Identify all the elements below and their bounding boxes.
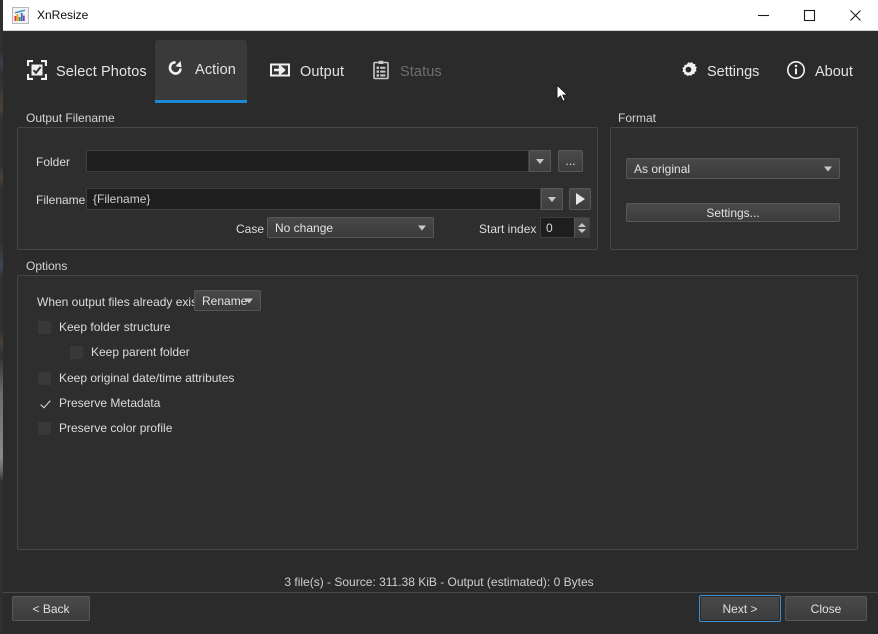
filename-dropdown-button[interactable]	[541, 188, 563, 210]
chevron-down-icon	[824, 166, 832, 171]
format-select[interactable]: As original	[626, 158, 840, 179]
tab-select-photos[interactable]: Select Photos	[14, 40, 160, 103]
checkbox-label: Keep folder structure	[59, 320, 170, 334]
background-window-sliver	[0, 0, 3, 634]
checkbox-box[interactable]	[38, 372, 51, 385]
tab-output[interactable]: Output	[256, 40, 357, 103]
checkbox-preserve-metadata[interactable]: Preserve Metadata	[38, 396, 160, 410]
format-group-title: Format	[614, 111, 660, 125]
clipboard-icon	[371, 60, 391, 84]
tab-output-label: Output	[300, 64, 344, 80]
chevron-down-icon	[245, 298, 253, 303]
tab-about[interactable]: About	[786, 40, 853, 103]
info-circle-icon	[786, 60, 806, 84]
footer-divider	[0, 592, 878, 593]
case-select[interactable]: No change	[267, 217, 434, 238]
format-settings-button[interactable]: Settings...	[626, 203, 840, 222]
tab-about-label: About	[815, 64, 853, 80]
options-group-title: Options	[22, 259, 71, 273]
options-group	[17, 275, 858, 550]
tab-bar: Select Photos Action Output	[0, 31, 878, 103]
minimize-icon[interactable]	[740, 0, 786, 30]
tab-select-photos-label: Select Photos	[56, 64, 147, 80]
folder-dropdown-button[interactable]	[529, 150, 551, 172]
case-select-value: No change	[275, 221, 333, 235]
checkbox-box[interactable]	[70, 346, 83, 359]
filename-label: Filename	[36, 193, 85, 207]
checkbox-label: Keep parent folder	[91, 345, 190, 359]
when-exists-select[interactable]: Rename	[194, 290, 261, 311]
output-export-icon	[269, 60, 291, 84]
gear-icon	[678, 60, 698, 84]
window-title: XnResize	[37, 8, 88, 22]
title-bar: XnResize	[0, 0, 878, 31]
folder-input[interactable]	[86, 150, 529, 172]
close-button[interactable]: Close	[785, 596, 867, 621]
folder-label: Folder	[36, 155, 70, 169]
start-index-value: 0	[546, 221, 553, 235]
output-filename-group-title: Output Filename	[22, 111, 119, 125]
format-group	[610, 127, 858, 250]
checkbox-keep-parent-folder[interactable]: Keep parent folder	[70, 345, 190, 359]
checkbox-label: Preserve Metadata	[59, 396, 160, 410]
checkbox-label: Keep original date/time attributes	[59, 371, 234, 385]
play-arrow-icon	[576, 193, 585, 205]
tab-settings[interactable]: Settings	[678, 40, 759, 103]
checkbox-box[interactable]	[38, 321, 51, 334]
chevron-down-icon	[536, 159, 544, 164]
tab-status-label: Status	[400, 64, 442, 80]
start-index-spin-buttons[interactable]	[574, 218, 589, 237]
chevron-down-icon	[418, 225, 426, 230]
action-arrow-icon	[166, 58, 186, 82]
start-index-stepper[interactable]: 0	[540, 217, 590, 238]
filename-play-button[interactable]	[569, 188, 591, 210]
tab-action[interactable]: Action	[155, 40, 247, 103]
checkbox-keep-original-datetime[interactable]: Keep original date/time attributes	[38, 371, 234, 385]
close-icon[interactable]	[832, 0, 878, 30]
status-summary-text: 3 file(s) - Source: 311.38 KiB - Output …	[0, 575, 878, 589]
when-exists-value: Rename	[202, 294, 247, 308]
case-label: Case	[236, 222, 264, 236]
checkbox-box[interactable]	[38, 422, 51, 435]
filename-input[interactable]: {Filename}	[86, 188, 541, 210]
select-photos-icon	[27, 60, 47, 84]
folder-browse-button[interactable]: ...	[558, 150, 583, 172]
chevron-down-icon	[548, 197, 556, 202]
start-index-label: Start index	[479, 222, 536, 236]
checkbox-keep-folder-structure[interactable]: Keep folder structure	[38, 320, 170, 334]
when-exists-label: When output files already exist	[37, 295, 200, 309]
next-button[interactable]: Next >	[699, 595, 781, 622]
tab-settings-label: Settings	[707, 64, 759, 80]
chevron-down-icon[interactable]	[578, 229, 586, 233]
format-select-value: As original	[634, 162, 690, 176]
checkbox-box[interactable]	[38, 397, 51, 410]
checkbox-label: Preserve color profile	[59, 421, 172, 435]
tab-action-label: Action	[195, 62, 236, 78]
maximize-icon[interactable]	[786, 0, 832, 30]
back-button[interactable]: < Back	[12, 596, 90, 621]
chevron-up-icon[interactable]	[578, 223, 586, 227]
xnresize-logo-icon	[12, 7, 29, 24]
tab-status[interactable]: Status	[358, 40, 455, 103]
checkbox-preserve-color-profile[interactable]: Preserve color profile	[38, 421, 172, 435]
